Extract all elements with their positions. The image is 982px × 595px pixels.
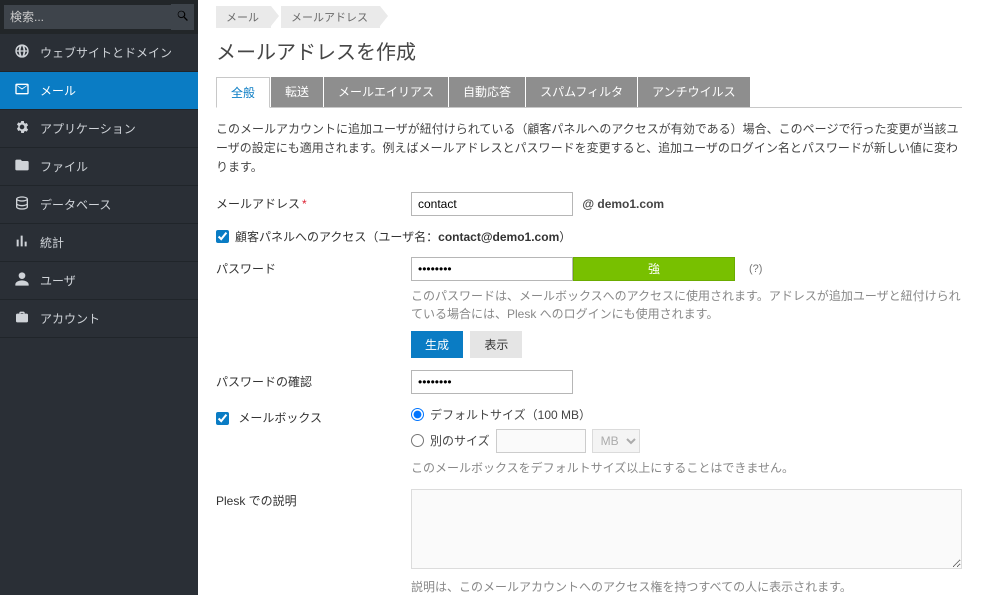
panel-access-label: 顧客パネルへのアクセス（ユーザ名：contact@demo1.com） xyxy=(235,228,571,245)
mail-icon xyxy=(14,81,30,100)
panel-access-checkbox[interactable] xyxy=(216,230,229,243)
mailbox-default-label: デフォルトサイズ（100 MB） xyxy=(430,406,591,423)
password-input[interactable] xyxy=(411,257,573,281)
mailbox-size-input[interactable] xyxy=(496,429,586,453)
mailbox-hint: このメールボックスをデフォルトサイズ以上にすることはできません。 xyxy=(411,459,962,477)
sidebar-item-applications[interactable]: アプリケーション xyxy=(0,110,198,148)
sidebar-item-label: ファイル xyxy=(40,158,88,175)
stats-icon xyxy=(14,233,30,252)
sidebar-item-stats[interactable]: 統計 xyxy=(0,224,198,262)
confirm-password-label: パスワードの確認 xyxy=(216,370,411,390)
password-hint: このパスワードは、メールボックスへのアクセスに使用されます。アドレスが追加ユーザ… xyxy=(411,287,962,323)
mailbox-unit-select[interactable]: MB xyxy=(592,429,640,453)
tab-antivirus[interactable]: アンチウイルス xyxy=(638,77,750,107)
user-icon xyxy=(14,271,30,290)
help-icon[interactable]: (?) xyxy=(749,263,762,275)
tab-spam[interactable]: スパムフィルタ xyxy=(526,77,637,107)
search-button[interactable] xyxy=(171,4,194,30)
email-domain: @ demo1.com xyxy=(582,197,664,211)
sidebar-item-users[interactable]: ユーザ xyxy=(0,262,198,300)
description-textarea[interactable] xyxy=(411,489,962,569)
sidebar-item-label: アプリケーション xyxy=(40,120,136,137)
search-icon xyxy=(176,9,190,26)
sidebar-item-label: ウェブサイトとドメイン xyxy=(40,44,172,61)
mailbox-checkbox[interactable] xyxy=(216,412,229,425)
description-label: Plesk での説明 xyxy=(216,489,411,509)
email-local-input[interactable] xyxy=(411,192,573,216)
mailbox-custom-radio[interactable] xyxy=(411,434,424,447)
password-strength: 強 xyxy=(573,257,735,281)
search-input[interactable] xyxy=(4,5,171,29)
sidebar-item-websites[interactable]: ウェブサイトとドメイン xyxy=(0,34,198,72)
sidebar-item-label: アカウント xyxy=(40,310,100,327)
briefcase-icon xyxy=(14,309,30,328)
sidebar-item-label: ユーザ xyxy=(40,272,76,289)
email-label: メールアドレス* xyxy=(216,192,411,212)
password-label: パスワード xyxy=(216,257,411,277)
sidebar-item-files[interactable]: ファイル xyxy=(0,148,198,186)
intro-text: このメールアカウントに追加ユーザが紐付けられている（顧客パネルへのアクセスが有効… xyxy=(216,120,962,178)
gear-icon xyxy=(14,119,30,138)
breadcrumb-item[interactable]: メールアドレス xyxy=(281,6,380,28)
breadcrumb: メール メールアドレス xyxy=(216,6,962,28)
breadcrumb-item[interactable]: メール xyxy=(216,6,271,28)
sidebar-item-label: 統計 xyxy=(40,234,64,251)
sidebar-item-label: メール xyxy=(40,82,76,99)
sidebar-item-databases[interactable]: データベース xyxy=(0,186,198,224)
tab-general[interactable]: 全般 xyxy=(216,77,270,108)
mailbox-default-radio[interactable] xyxy=(411,408,424,421)
generate-password-button[interactable]: 生成 xyxy=(411,331,463,358)
database-icon xyxy=(14,195,30,214)
tab-aliases[interactable]: メールエイリアス xyxy=(324,77,448,107)
mailbox-label: メールボックス xyxy=(216,406,411,426)
search-bar xyxy=(0,0,198,34)
tab-forwarding[interactable]: 転送 xyxy=(271,77,323,107)
tab-autoreply[interactable]: 自動応答 xyxy=(449,77,525,107)
show-password-button[interactable]: 表示 xyxy=(470,331,522,358)
sidebar-item-mail[interactable]: メール xyxy=(0,72,198,110)
globe-icon xyxy=(14,43,30,62)
folder-icon xyxy=(14,157,30,176)
sidebar-item-account[interactable]: アカウント xyxy=(0,300,198,338)
tabs: 全般 転送 メールエイリアス 自動応答 スパムフィルタ アンチウイルス xyxy=(216,77,962,108)
description-hint: 説明は、このメールアカウントへのアクセス権を持つすべての人に表示されます。 xyxy=(411,578,962,595)
page-title: メールアドレスを作成 xyxy=(216,36,962,65)
sidebar-item-label: データベース xyxy=(40,196,111,213)
confirm-password-input[interactable] xyxy=(411,370,573,394)
mailbox-custom-label: 別のサイズ xyxy=(430,432,490,449)
